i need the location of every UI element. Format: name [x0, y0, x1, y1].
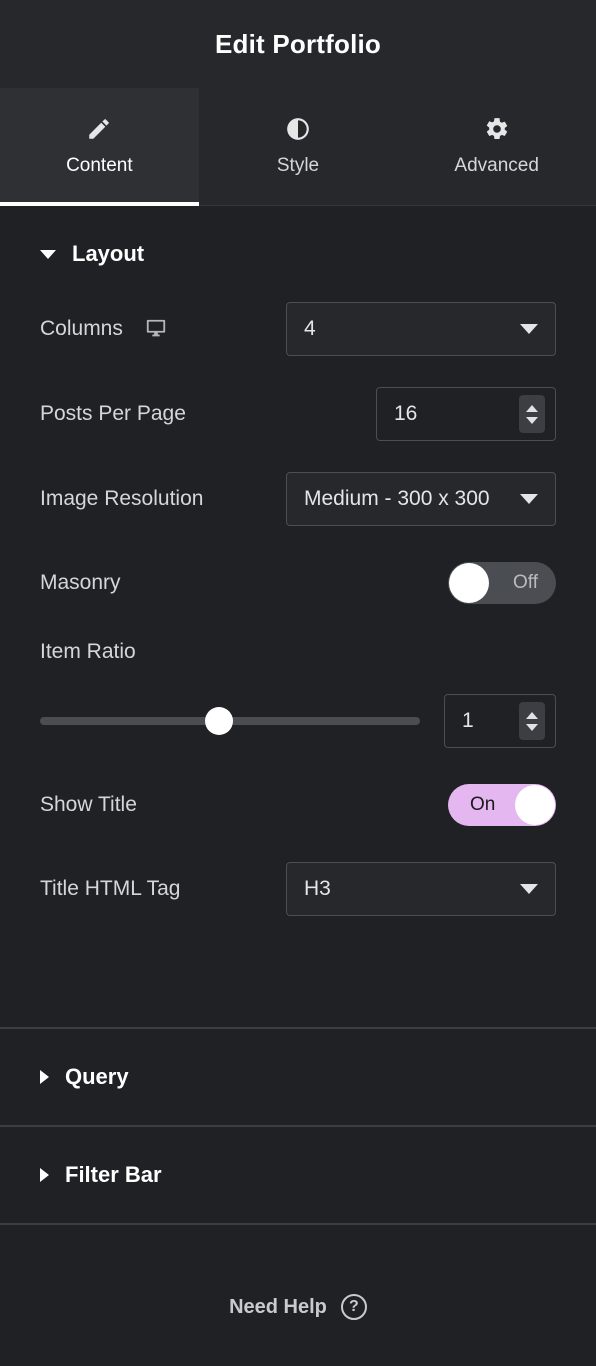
control-image-resolution-label: Image Resolution — [40, 487, 204, 510]
control-show-title: Show Title On — [40, 779, 556, 831]
posts-per-page-input[interactable] — [376, 387, 556, 441]
item-ratio-slider[interactable] — [40, 707, 420, 735]
item-ratio-input[interactable] — [444, 694, 556, 748]
chevron-up-icon[interactable] — [526, 711, 538, 719]
section-layout-title: Layout — [72, 241, 145, 266]
columns-select[interactable]: 4 — [286, 302, 556, 356]
tab-content-label: Content — [66, 155, 133, 176]
posts-per-page-stepper[interactable] — [519, 395, 545, 433]
chevron-down-icon — [40, 249, 56, 259]
control-item-ratio: Item Ratio — [40, 640, 556, 748]
control-title-html-tag-label: Title HTML Tag — [40, 877, 181, 900]
desktop-icon[interactable] — [145, 318, 167, 340]
chevron-down-icon[interactable] — [526, 723, 538, 731]
contrast-icon — [285, 116, 311, 142]
tab-content[interactable]: Content — [0, 88, 199, 206]
toggle-knob — [515, 785, 555, 825]
image-resolution-select-value: Medium - 300 x 300 — [304, 487, 490, 510]
control-show-title-label: Show Title — [40, 793, 137, 816]
section-query-title: Query — [65, 1064, 129, 1089]
page-title: Edit Portfolio — [215, 28, 381, 59]
columns-select-value: 4 — [304, 317, 316, 340]
image-resolution-select[interactable]: Medium - 300 x 300 — [286, 472, 556, 526]
control-item-ratio-label: Item Ratio — [40, 640, 136, 663]
show-title-toggle-state: On — [470, 794, 496, 815]
panel-body: Layout Columns 4 Posts Per Page 16 Image… — [0, 206, 596, 1366]
section-filter-bar-title: Filter Bar — [65, 1162, 162, 1187]
gear-icon — [484, 116, 510, 142]
control-masonry: Masonry Off — [40, 557, 556, 609]
control-masonry-label: Masonry — [40, 571, 121, 594]
title-html-tag-select-value: H3 — [304, 877, 331, 900]
question-circle-icon: ? — [340, 1294, 367, 1320]
control-columns-label-group: Columns — [40, 317, 167, 341]
slider-thumb[interactable] — [204, 707, 233, 735]
item-ratio-stepper[interactable] — [519, 702, 545, 740]
control-columns-label: Columns — [40, 317, 123, 340]
section-layout: Layout Columns 4 Posts Per Page 16 Image… — [0, 206, 596, 1029]
panel-header: Edit Portfolio — [0, 0, 596, 88]
section-filter-bar-header[interactable]: Filter Bar — [0, 1127, 596, 1223]
control-posts-per-page: Posts Per Page — [40, 387, 556, 441]
toggle-knob — [449, 563, 489, 603]
item-ratio-value[interactable] — [462, 709, 512, 733]
show-title-toggle[interactable]: On — [448, 784, 556, 826]
chevron-right-icon — [40, 1168, 49, 1182]
section-layout-header[interactable]: Layout — [0, 206, 596, 302]
chevron-up-icon[interactable] — [526, 404, 538, 412]
control-posts-per-page-label: Posts Per Page — [40, 402, 186, 425]
section-query: Query — [0, 1029, 596, 1127]
tab-style-label: Style — [276, 155, 320, 176]
section-query-header[interactable]: Query — [0, 1029, 596, 1125]
section-layout-content: Columns 4 Posts Per Page 16 Image Resolu… — [0, 302, 596, 1027]
control-image-resolution: Image Resolution Medium - 300 x 300 — [40, 472, 556, 526]
masonry-toggle-state: Off — [513, 572, 538, 593]
posts-per-page-value[interactable] — [394, 402, 485, 426]
elementor-editor-panel: Edit Portfolio Content Style Advanced La… — [0, 0, 596, 1366]
tab-advanced[interactable]: Advanced — [397, 88, 596, 205]
tab-advanced-label: Advanced — [454, 155, 539, 176]
tab-style[interactable]: Style — [198, 88, 398, 205]
control-columns: Columns 4 — [40, 302, 556, 356]
chevron-down-icon — [520, 494, 538, 504]
masonry-toggle[interactable]: Off — [448, 562, 556, 604]
panel-tabs: Content Style Advanced — [0, 88, 596, 206]
control-title-html-tag: Title HTML Tag H3 — [40, 862, 556, 916]
chevron-down-icon — [520, 324, 538, 334]
pencil-icon — [86, 116, 112, 142]
chevron-down-icon — [520, 884, 538, 894]
need-help-label: Need Help — [229, 1295, 327, 1318]
control-item-ratio-row — [40, 694, 556, 748]
need-help-button[interactable]: Need Help ? — [0, 1248, 596, 1366]
section-filter-bar: Filter Bar — [0, 1127, 596, 1225]
chevron-down-icon[interactable] — [526, 416, 538, 424]
chevron-right-icon — [40, 1070, 49, 1084]
title-html-tag-select[interactable]: H3 — [286, 862, 556, 916]
